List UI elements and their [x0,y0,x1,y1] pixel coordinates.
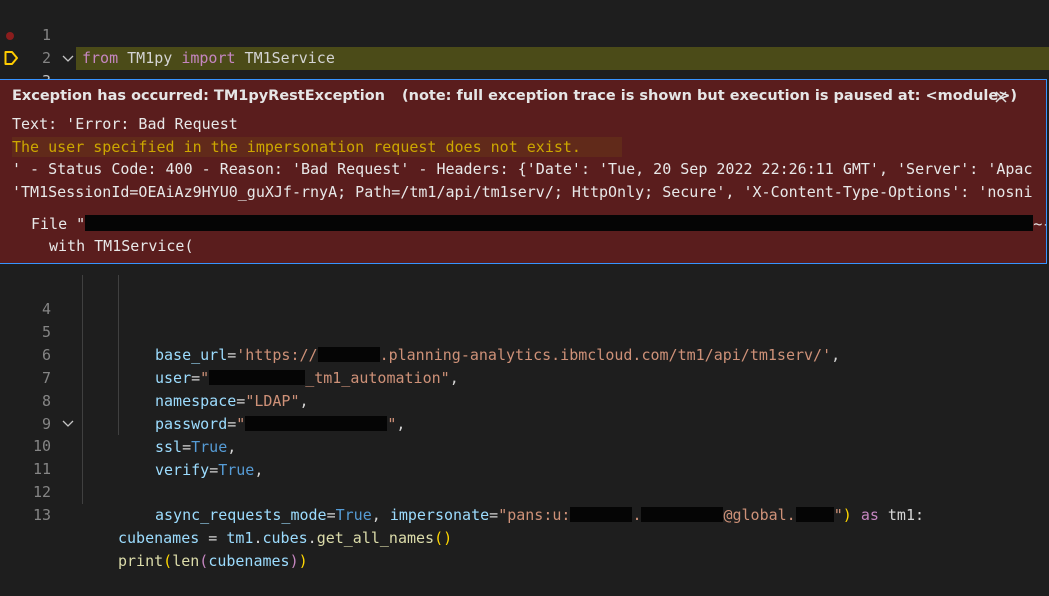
code-line[interactable]: 7 password=" ", [0,344,1049,433]
code-token: @global. [723,506,796,524]
code-token: impersonate [389,506,490,524]
code-line[interactable]: 5 user=" _tm1_automation", [0,298,1049,387]
code-token: . [307,529,317,547]
code-line[interactable]: 10 async_requests_mode=True, impersonate… [0,412,1049,524]
code-content: print(len(cubenames)) [118,550,308,573]
code-token: . [632,506,642,524]
trace-file-prefix: File " [31,215,86,233]
close-icon[interactable] [994,90,1008,104]
redacted-path [85,215,1034,231]
trace-code-line: with TM1Service( [49,237,194,255]
code-token: ) [289,552,299,570]
code-token: tm1: [878,506,925,524]
exception-status-line: ' - Status Code: 400 - Reason: 'Bad Requ… [12,160,1033,178]
code-line[interactable]: 4 base_url='https://.planning-analytics.… [0,275,1049,364]
code-token: = [489,506,499,524]
code-token: async_requests_mode [155,506,327,524]
redacted-text [570,507,633,522]
code-token: "pans:u: [498,506,571,524]
code-token: len [172,552,200,570]
code-token: get_all_names [316,529,435,547]
code-token: " [833,506,843,524]
exception-text-line: Text: 'Error: Bad Request [12,115,238,133]
code-token: ( [199,552,209,570]
trace-file-suffix: ~-ar [1033,215,1046,233]
code-token: = [199,529,227,547]
code-token: tm1 [226,529,254,547]
redacted-text [795,507,834,522]
code-token: , [371,506,390,524]
fold-chevron-icon[interactable] [62,47,74,70]
code-line[interactable]: 8 ssl=True, [0,367,1049,456]
code-token: . [253,529,263,547]
line-number: 13 [32,506,51,524]
code-line[interactable]: 12 cubenames = tm1.cubes.get_all_names() [0,458,1049,547]
code-line[interactable]: 9 verify=True, [0,390,1049,479]
exception-cookie-line: 'TM1SessionId=OEAiAz9HYU0_guXJf-rnyA; Pa… [12,183,1033,201]
code-token: ) [298,552,308,570]
fold-chevron-icon[interactable] [62,412,74,435]
code-content: cubenames = tm1.cubes.get_all_names() [118,527,452,550]
code-line[interactable]: 6 namespace="LDAP", [0,321,1049,410]
code-line[interactable]: 3 with TM1Service( [0,47,1049,136]
exception-note: (note: full exception trace is shown but… [402,88,1017,104]
code-token: cubenames [208,552,290,570]
code-token: cubenames [118,529,200,547]
code-line[interactable]: 2 [0,24,1049,67]
trace-file-line: File " ~-ar [31,213,1046,235]
code-line[interactable]: 13 print(len(cubenames)) [0,481,1049,570]
code-content: async_requests_mode=True, impersonate="p… [155,504,924,527]
code-token: = [326,506,336,524]
exception-widget: Exception has occurred: TM1pyRestExcepti… [0,79,1047,264]
code-token: as [860,506,879,524]
redacted-text [641,507,724,522]
code-token: ( [163,552,173,570]
exception-message-line: The user specified in the impersonation … [12,138,581,156]
code-token: print [118,552,164,570]
code-line[interactable]: 1 from TM1py import TM1Service [0,1,1049,67]
code-token: () [434,529,453,547]
code-line[interactable]: 11 [0,435,1049,478]
code-token: cubes [262,529,308,547]
code-token: ) [842,506,852,524]
exception-title: Exception has occurred: TM1pyRestExcepti… [12,88,385,104]
code-token: True [335,506,372,524]
